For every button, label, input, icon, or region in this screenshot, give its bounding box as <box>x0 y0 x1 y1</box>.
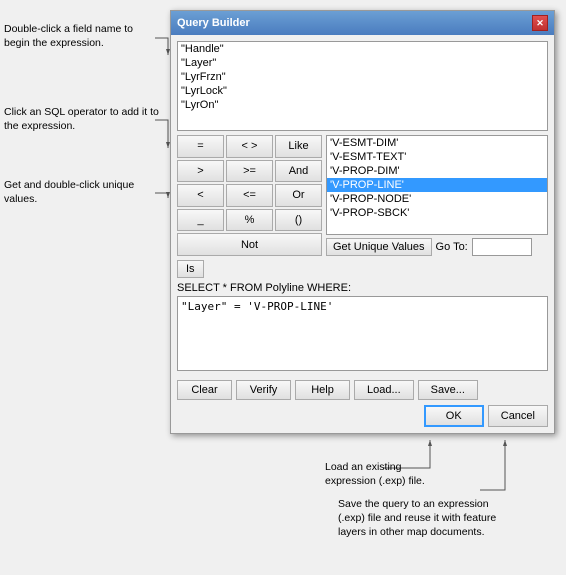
is-button[interactable]: Is <box>177 260 204 278</box>
bottom-buttons: Clear Verify Help Load... Save... <box>177 380 548 400</box>
op-and[interactable]: And <box>275 160 322 183</box>
op-not-equals[interactable]: < > <box>226 135 273 158</box>
field-hint-text: Double-click a field name to begin the e… <box>4 23 133 49</box>
values-controls: Get Unique Values Go To: <box>326 238 548 256</box>
field-item-lyrlock[interactable]: "LyrLock" <box>178 84 547 98</box>
op-greater-equal[interactable]: >= <box>226 160 273 183</box>
op-parens[interactable]: () <box>275 209 322 232</box>
op-less[interactable]: < <box>177 184 224 207</box>
middle-section: = < > Like > >= And < <= Or _ % () Not '… <box>177 135 548 256</box>
save-annotation: Save the query to an expression(.exp) fi… <box>338 497 548 540</box>
go-to-label: Go To: <box>436 241 468 253</box>
op-like[interactable]: Like <box>275 135 322 158</box>
values-list[interactable]: 'V-ESMT-DIM' 'V-ESMT-TEXT' 'V-PROP-DIM' … <box>326 135 548 235</box>
op-greater[interactable]: > <box>177 160 224 183</box>
op-not[interactable]: Not <box>177 233 322 256</box>
values-section: 'V-ESMT-DIM' 'V-ESMT-TEXT' 'V-PROP-DIM' … <box>326 135 548 256</box>
is-row: Is <box>177 260 548 278</box>
clear-button[interactable]: Clear <box>177 380 232 400</box>
operator-hint-text: Click an SQL operator to add it to the e… <box>4 106 159 132</box>
load-button[interactable]: Load... <box>354 380 414 400</box>
operator-annotation: Click an SQL operator to add it to the e… <box>4 105 159 133</box>
help-button[interactable]: Help <box>295 380 350 400</box>
dialog-titlebar: Query Builder ✕ <box>171 11 554 35</box>
save-button[interactable]: Save... <box>418 380 478 400</box>
cancel-button[interactable]: Cancel <box>488 405 548 427</box>
field-item-lyron[interactable]: "LyrOn" <box>178 98 547 112</box>
op-percent[interactable]: % <box>226 209 273 232</box>
value-esmt-dim[interactable]: 'V-ESMT-DIM' <box>327 136 547 150</box>
query-builder-dialog: Query Builder ✕ "Handle" "Layer" "LyrFrz… <box>170 10 555 434</box>
op-underscore[interactable]: _ <box>177 209 224 232</box>
dialog-title: Query Builder <box>177 17 250 29</box>
sql-expression[interactable]: "Layer" = 'V-PROP-LINE' <box>177 296 548 371</box>
go-to-input[interactable] <box>472 238 532 256</box>
field-item-lyrfrzn[interactable]: "LyrFrzn" <box>178 70 547 84</box>
fields-list[interactable]: "Handle" "Layer" "LyrFrzn" "LyrLock" "Ly… <box>177 41 548 131</box>
op-or[interactable]: Or <box>275 184 322 207</box>
verify-button[interactable]: Verify <box>236 380 291 400</box>
value-prop-sbck[interactable]: 'V-PROP-SBCK' <box>327 206 547 220</box>
get-unique-values-button[interactable]: Get Unique Values <box>326 238 432 256</box>
field-item-layer[interactable]: "Layer" <box>178 56 547 70</box>
ok-cancel-row: OK Cancel <box>177 405 548 427</box>
ok-button[interactable]: OK <box>424 405 484 427</box>
value-esmt-text[interactable]: 'V-ESMT-TEXT' <box>327 150 547 164</box>
op-equals[interactable]: = <box>177 135 224 158</box>
values-hint-text: Get and double-click unique values. <box>4 179 134 205</box>
load-annotation: Load an existingexpression (.exp) file. <box>325 460 465 488</box>
field-annotation: Double-click a field name to begin the e… <box>4 22 159 50</box>
value-prop-node[interactable]: 'V-PROP-NODE' <box>327 192 547 206</box>
field-item-handle[interactable]: "Handle" <box>178 42 547 56</box>
operators-panel: = < > Like > >= And < <= Or _ % () Not <box>177 135 322 256</box>
sql-label: SELECT * FROM Polyline WHERE: <box>177 282 548 294</box>
values-annotation: Get and double-click unique values. <box>4 178 159 206</box>
dialog-content: "Handle" "Layer" "LyrFrzn" "LyrLock" "Ly… <box>171 35 554 433</box>
op-less-equal[interactable]: <= <box>226 184 273 207</box>
value-prop-line[interactable]: 'V-PROP-LINE' <box>327 178 547 192</box>
value-prop-dim[interactable]: 'V-PROP-DIM' <box>327 164 547 178</box>
close-button[interactable]: ✕ <box>532 15 548 31</box>
